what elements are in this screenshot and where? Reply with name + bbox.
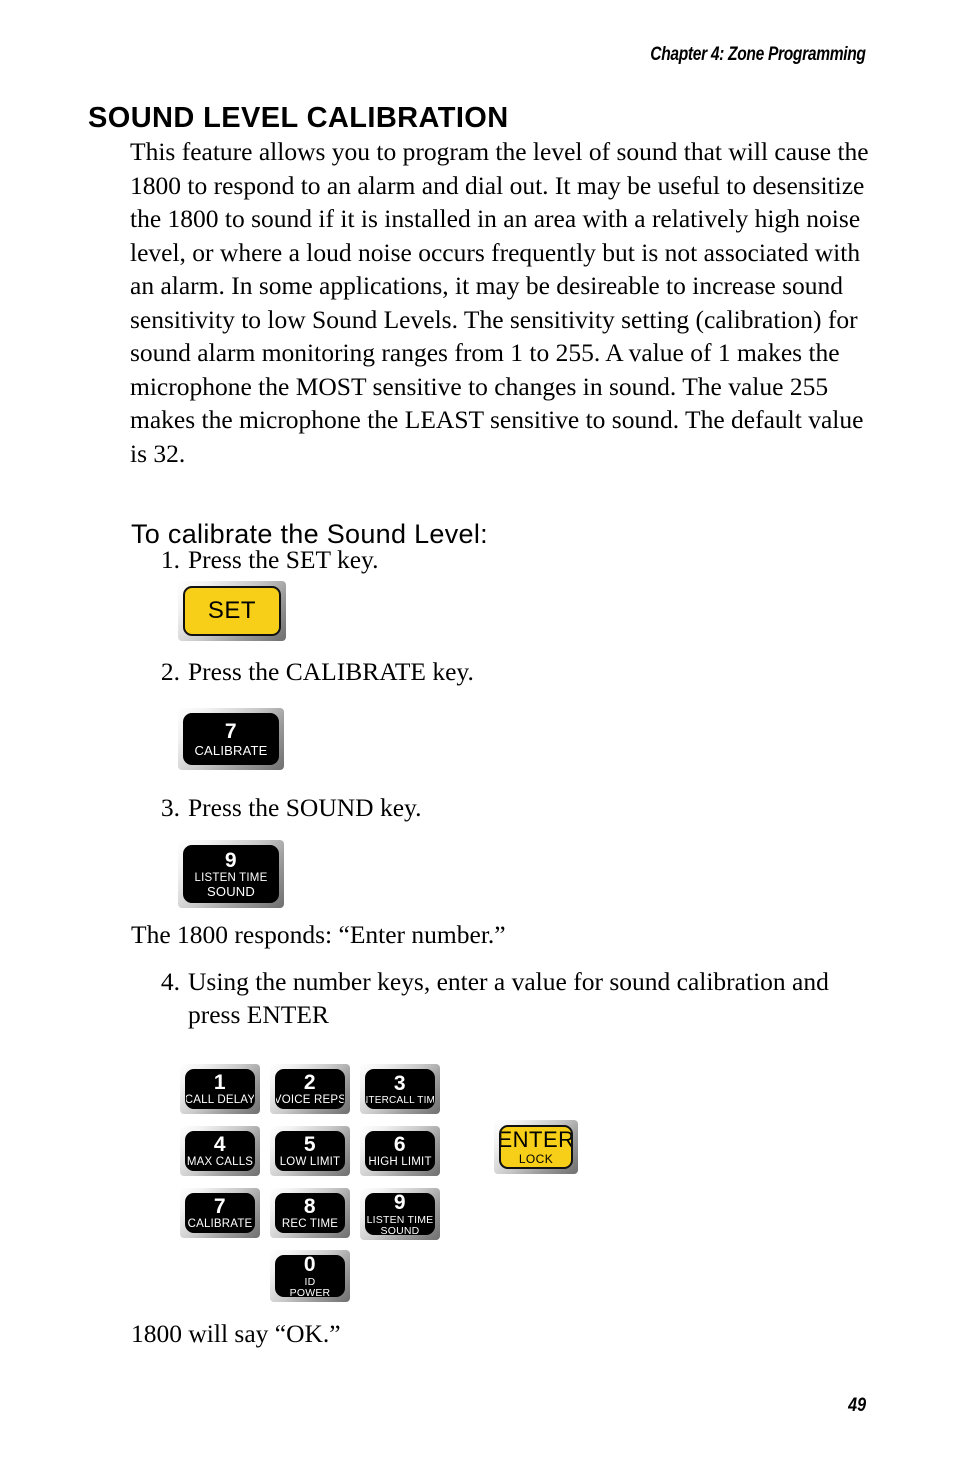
keypad-key-7-digit: 7: [213, 1194, 227, 1218]
keypad-key-enter: ENTER LOCK: [494, 1120, 578, 1174]
step-4-text: Using the number keys, enter a value for…: [188, 967, 829, 1029]
step-2-number: 2.: [160, 657, 180, 686]
keypad-key-5-digit: 5: [303, 1132, 317, 1156]
running-head: Chapter 4: Zone Programming: [650, 44, 867, 65]
page-title: SOUND LEVEL CALIBRATION: [88, 102, 509, 135]
keypad-key-5-face: 5 LOW LIMIT: [275, 1131, 345, 1171]
keypad-key-enter-label: ENTER: [499, 1127, 573, 1152]
keypad-key-8: 8 REC TIME: [270, 1188, 350, 1238]
page-number: 49: [848, 1395, 866, 1416]
keypad-key-9: 9 LISTEN TIME SOUND: [360, 1188, 440, 1240]
keypad-key-6-digit: 6: [393, 1132, 407, 1156]
sound-key-face: 9 LISTEN TIME SOUND: [183, 845, 279, 903]
keypad-key-4: 4 MAX CALLS: [180, 1126, 260, 1176]
keypad-key-2-label: VOICE REPS: [275, 1093, 345, 1106]
keypad-key-0-digit: 0: [303, 1255, 317, 1276]
keypad-key-8-digit: 8: [303, 1194, 317, 1218]
keypad-key-3-digit: 3: [393, 1071, 407, 1095]
step-4-number: 4.: [160, 967, 180, 996]
keypad-key-1: 1 CALL DELAY: [180, 1064, 260, 1114]
step-1: 1. Press the SET key.: [146, 543, 846, 576]
keypad-key-8-label: REC TIME: [281, 1217, 339, 1230]
keypad-key-4-face: 4 MAX CALLS: [185, 1131, 255, 1171]
keypad-key-5: 5 LOW LIMIT: [270, 1126, 350, 1176]
step-3-text: Press the SOUND key.: [188, 793, 422, 822]
keypad-key-9-digit: 9: [393, 1193, 407, 1214]
keypad-key-2-face: 2 VOICE REPS: [275, 1069, 345, 1109]
step-2-text: Press the CALIBRATE key.: [188, 657, 474, 686]
calibrate-key-label: CALIBRATE: [194, 743, 268, 758]
keypad-key-9-face: 9 LISTEN TIME SOUND: [365, 1193, 435, 1235]
keypad-key-0-face: 0 ID POWER: [275, 1255, 345, 1297]
calibrate-key-face: 7 CALIBRATE: [183, 713, 279, 765]
keypad-key-8-face: 8 REC TIME: [275, 1193, 345, 1233]
keypad-key-7-face: 7 CALIBRATE: [185, 1193, 255, 1233]
keypad-key-enter-face: ENTER LOCK: [499, 1125, 573, 1169]
step-2: 2. Press the CALIBRATE key.: [146, 655, 846, 688]
sound-key-digit: 9: [224, 849, 238, 873]
keypad-key-6: 6 HIGH LIMIT: [360, 1126, 440, 1176]
intro-paragraph-block: This feature allows you to program the l…: [130, 135, 870, 470]
keypad-key-1-face: 1 CALL DELAY: [185, 1069, 255, 1109]
keypad-key-6-label: HIGH LIMIT: [368, 1155, 432, 1168]
step-1-text: Press the SET key.: [188, 545, 379, 574]
calibrate-key-image: 7 CALIBRATE: [178, 708, 284, 770]
responds-note: The 1800 responds: “Enter number.”: [131, 920, 506, 949]
keypad-key-6-face: 6 HIGH LIMIT: [365, 1131, 435, 1171]
keypad-key-7: 7 CALIBRATE: [180, 1188, 260, 1238]
set-key-face: SET: [183, 586, 281, 636]
sound-key-label2: SOUND: [207, 883, 255, 899]
will-say-note: 1800 will say “OK.”: [131, 1319, 341, 1348]
keypad-key-3-face: 3 INTERCALL TIME: [365, 1069, 435, 1109]
keypad-key-4-label: MAX CALLS: [186, 1155, 254, 1168]
keypad-key-1-digit: 1: [213, 1070, 227, 1094]
step-3-number: 3.: [160, 793, 180, 822]
keypad-key-9-label: LISTEN TIME: [366, 1214, 434, 1226]
keypad-key-0: 0 ID POWER: [270, 1250, 350, 1302]
keypad-key-7-label: CALIBRATE: [187, 1217, 253, 1230]
keypad-key-1-label: CALL DELAY: [185, 1093, 255, 1106]
step-3: 3. Press the SOUND key.: [146, 791, 846, 824]
keypad-key-9-label2: SOUND: [380, 1224, 420, 1235]
sound-key-image: 9 LISTEN TIME SOUND: [178, 840, 284, 908]
keypad-key-enter-sublabel: LOCK: [518, 1152, 554, 1166]
intro-paragraph: This feature allows you to program the l…: [130, 137, 869, 468]
keypad-key-3-label: INTERCALL TIME: [366, 1094, 435, 1106]
keypad-key-4-digit: 4: [213, 1132, 227, 1156]
keypad-key-2: 2 VOICE REPS: [270, 1064, 350, 1114]
document-page: Chapter 4: Zone Programming SOUND LEVEL …: [0, 0, 954, 1475]
step-1-number: 1.: [160, 545, 180, 574]
keypad-key-2-digit: 2: [303, 1070, 317, 1094]
keypad-key-3: 3 INTERCALL TIME: [360, 1064, 440, 1114]
keypad-key-0-label2: POWER: [289, 1286, 331, 1297]
keypad-key-5-label: LOW LIMIT: [279, 1155, 341, 1168]
keypad-key-0-label: ID: [304, 1276, 316, 1288]
calibrate-key-digit: 7: [224, 720, 238, 743]
step-4: 4. Using the number keys, enter a value …: [146, 965, 858, 1031]
set-key-label: SET: [207, 597, 257, 624]
set-key-image: SET: [178, 581, 286, 641]
